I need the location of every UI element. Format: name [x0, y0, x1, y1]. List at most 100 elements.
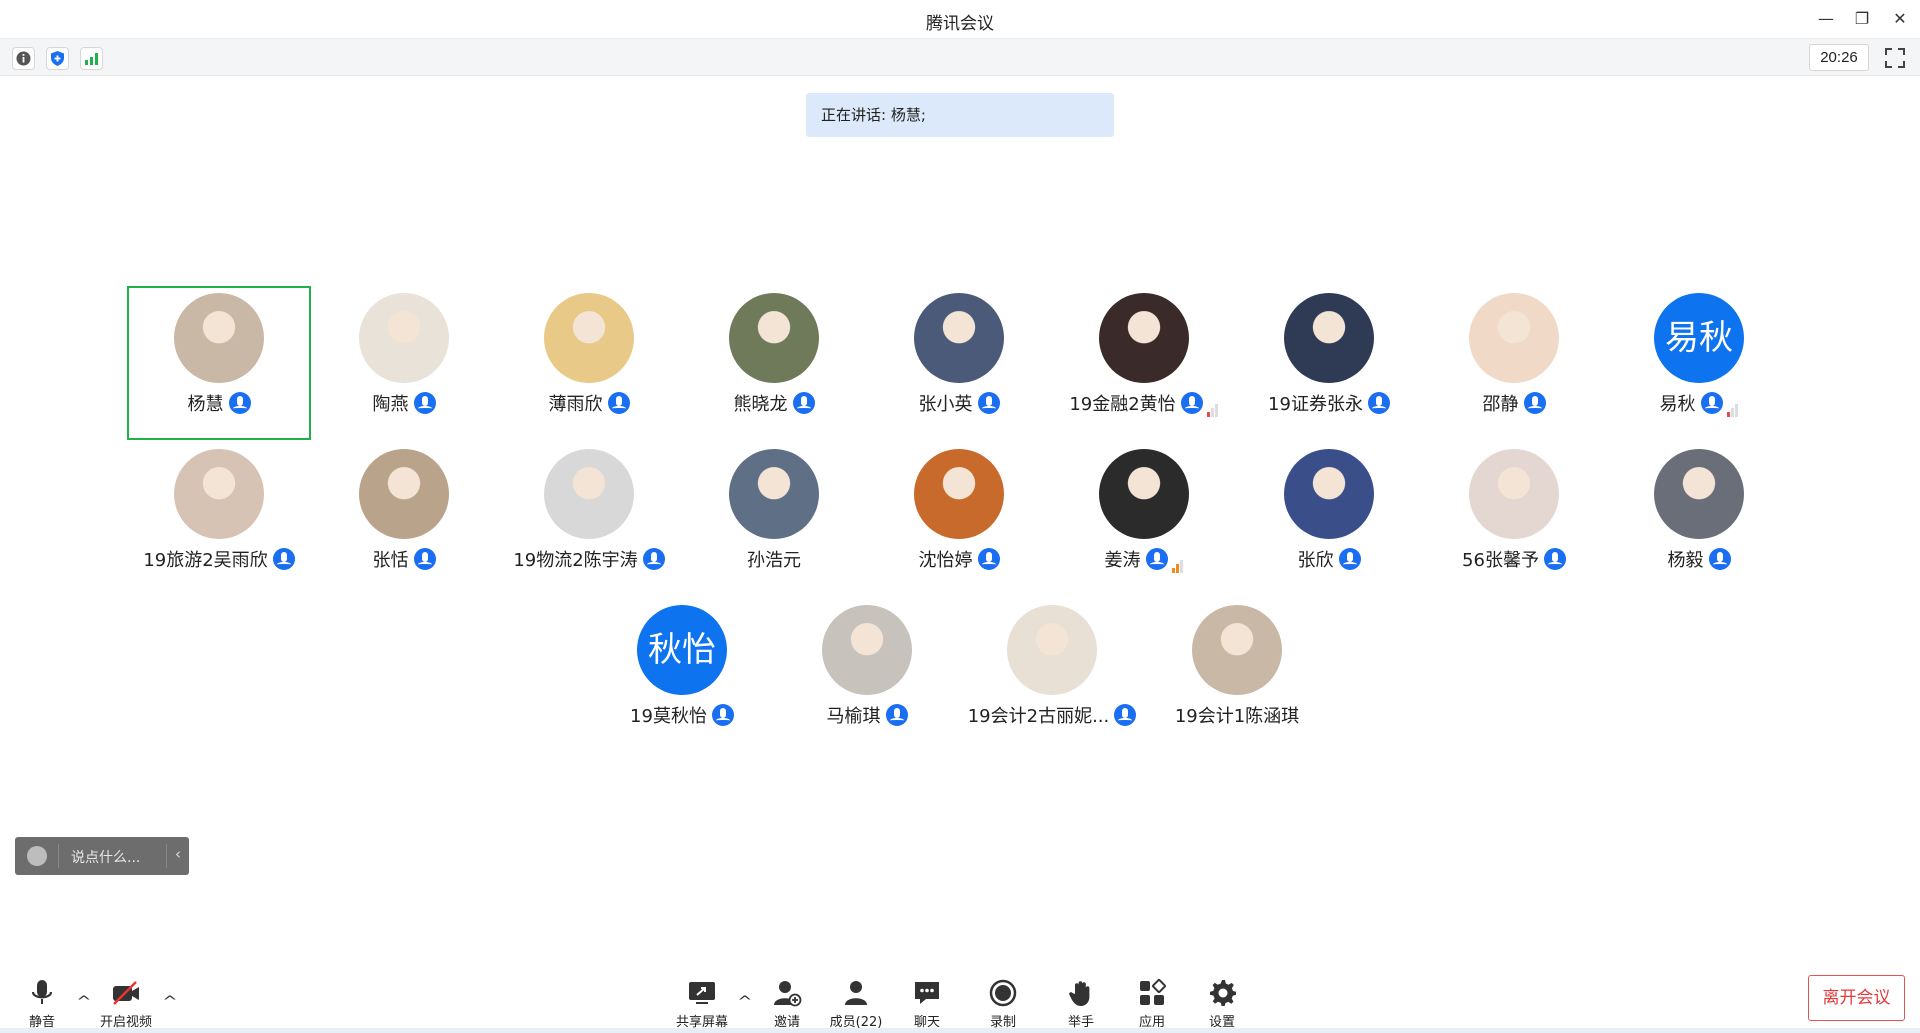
- microphone-icon: [885, 704, 908, 726]
- participant-name-row: 易秋: [1607, 390, 1791, 417]
- avatar: [1099, 293, 1189, 383]
- participant-name-row: 56张馨予: [1422, 546, 1606, 572]
- participant-name: 沈怡婷: [918, 550, 973, 571]
- avatar: [729, 449, 819, 539]
- chat-button[interactable]: 聊天: [887, 978, 967, 1032]
- participant-name: 薄雨欣: [548, 394, 603, 415]
- avatar: [729, 293, 819, 383]
- participant-tile[interactable]: 秋怡 19莫秋怡: [590, 598, 774, 752]
- participant-tile[interactable]: 邵静: [1422, 286, 1606, 440]
- microphone-icon: [1180, 392, 1203, 414]
- speaking-banner: 正在讲话: 杨慧;: [806, 93, 1114, 137]
- participant-tile[interactable]: 沈怡婷: [867, 442, 1051, 596]
- network-signal-icon[interactable]: [80, 47, 103, 70]
- apps-button[interactable]: 应用: [1112, 978, 1192, 1032]
- settings-button[interactable]: 设置: [1182, 978, 1262, 1032]
- participant-tile[interactable]: 19金融2黄怡: [1052, 286, 1236, 440]
- participant-tile[interactable]: 19旅游2吴雨欣: [127, 442, 311, 596]
- members-button[interactable]: 成员(22): [816, 978, 896, 1032]
- leave-meeting-button[interactable]: 离开会议: [1808, 975, 1905, 1021]
- participant-tile[interactable]: 19证券张永: [1237, 286, 1421, 440]
- avatar: [544, 449, 634, 539]
- participant-tile[interactable]: 薄雨欣: [497, 286, 681, 440]
- participant-tile[interactable]: 19物流2陈宇涛: [497, 442, 681, 596]
- participant-tile[interactable]: 张小英: [867, 286, 1051, 440]
- participant-tile[interactable]: 孙浩元: [682, 442, 866, 596]
- participant-tile[interactable]: 19会计1陈涵琪: [1145, 598, 1329, 752]
- participant-name: 19会计2古丽妮...: [967, 706, 1110, 727]
- participant-tile[interactable]: 姜涛: [1052, 442, 1236, 596]
- window-title: 腾讯会议: [926, 14, 994, 34]
- raise-hand-button[interactable]: 举手: [1041, 978, 1121, 1032]
- participant-name: 19莫秋怡: [630, 706, 707, 727]
- invite-button[interactable]: 邀请: [747, 978, 827, 1032]
- chat-placeholder[interactable]: 说点什么...: [71, 847, 140, 867]
- participant-name: 易秋: [1659, 394, 1696, 415]
- microphone-icon: [642, 548, 665, 570]
- chat-icon: [915, 982, 939, 1004]
- avatar: [1654, 449, 1744, 539]
- participant-tile[interactable]: 杨毅: [1607, 442, 1791, 596]
- participant-tile[interactable]: 马榆琪: [775, 598, 959, 752]
- chat-label: 聊天: [913, 1015, 940, 1030]
- microphone-icon: [1708, 548, 1731, 570]
- participant-name-row: 19物流2陈宇涛: [497, 546, 681, 572]
- record-label: 录制: [989, 1015, 1016, 1030]
- chat-quick-input[interactable]: 说点什么... ‹: [15, 837, 189, 875]
- meeting-toolbar: 20:26: [0, 39, 1920, 76]
- participant-tile[interactable]: 熊晓龙: [682, 286, 866, 440]
- participant-tile[interactable]: 56张馨予: [1422, 442, 1606, 596]
- participant-name: 姜涛: [1104, 550, 1141, 571]
- apps-label: 应用: [1138, 1015, 1165, 1030]
- avatar: [174, 449, 264, 539]
- participant-tile[interactable]: 杨慧: [127, 286, 311, 440]
- microphone-icon: [607, 392, 630, 414]
- participant-name-row: 薄雨欣: [497, 390, 681, 416]
- start-video-button[interactable]: 开启视频: [86, 978, 166, 1032]
- record-button[interactable]: 录制: [963, 978, 1043, 1032]
- participant-name: 张欣: [1297, 550, 1334, 571]
- avatar: [1469, 293, 1559, 383]
- participant-name: 张小英: [918, 394, 973, 415]
- restore-icon[interactable]: ❐: [1848, 6, 1876, 32]
- participant-tile[interactable]: 易秋 易秋: [1607, 286, 1791, 440]
- shield-icon[interactable]: [46, 47, 69, 70]
- participant-tile[interactable]: 张欣: [1237, 442, 1421, 596]
- avatar: [544, 293, 634, 383]
- participant-tile[interactable]: 张恬: [312, 442, 496, 596]
- participant-tile[interactable]: 19会计2古丽妮...: [960, 598, 1144, 752]
- participant-tile[interactable]: 陶燕: [312, 286, 496, 440]
- microphone-icon: [977, 392, 1000, 414]
- emoji-icon[interactable]: [27, 846, 47, 866]
- microphone-icon: [1145, 548, 1168, 570]
- avatar: [1284, 293, 1374, 383]
- avatar: [1099, 449, 1189, 539]
- video-options-caret-icon[interactable]: ^: [162, 994, 177, 1010]
- participant-name-row: 马榆琪: [775, 702, 959, 728]
- participant-name-row: 19证券张永: [1237, 390, 1421, 416]
- avatar: [359, 449, 449, 539]
- share-screen-button[interactable]: 共享屏幕: [662, 978, 742, 1032]
- microphone-icon: [977, 548, 1000, 570]
- avatar: [174, 293, 264, 383]
- avatar: 易秋: [1654, 293, 1744, 383]
- microphone-icon: [1367, 392, 1390, 414]
- avatar: [1192, 605, 1282, 695]
- info-icon[interactable]: [12, 47, 35, 70]
- microphone-icon: [1543, 548, 1566, 570]
- apps-icon: [1140, 979, 1166, 1005]
- microphone-icon: [272, 548, 295, 570]
- participant-name-row: 19旅游2吴雨欣: [127, 546, 311, 572]
- fullscreen-icon[interactable]: [1884, 47, 1906, 69]
- close-icon[interactable]: ✕: [1886, 6, 1914, 32]
- microphone-icon: [792, 392, 815, 414]
- divider: [166, 844, 167, 868]
- raise-hand-label: 举手: [1067, 1015, 1094, 1030]
- mute-button[interactable]: 静音: [2, 978, 82, 1032]
- microphone-icon: [413, 392, 436, 414]
- avatar: 秋怡: [637, 605, 727, 695]
- participant-name-row: 张恬: [312, 546, 496, 572]
- minimize-icon[interactable]: —: [1812, 6, 1840, 32]
- collapse-chevron-icon[interactable]: ‹: [175, 845, 181, 863]
- start-video-label: 开启视频: [99, 1015, 152, 1030]
